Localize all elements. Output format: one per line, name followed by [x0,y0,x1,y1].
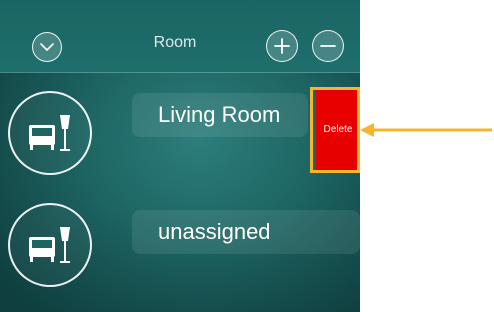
header-divider [0,72,360,73]
delete-highlight-box [310,87,360,173]
page-title: Room [153,34,197,51]
room-list-screen: Room Living Room Delete unassigned [0,0,360,312]
chevron-down-icon [40,43,54,51]
add-room-button[interactable] [266,30,298,62]
remove-room-button[interactable] [312,30,344,62]
plus-icon [274,38,290,54]
room-icon[interactable] [8,203,92,287]
sofa-lamp-icon [29,227,70,263]
minus-icon [320,45,336,47]
collapse-button[interactable] [32,32,62,62]
sofa-lamp-icon [29,115,70,151]
room-icon[interactable] [8,91,92,175]
room-name-field[interactable]: unassigned [132,210,360,254]
arrow-left-icon [360,123,492,137]
room-name-field[interactable]: Living Room [132,93,308,137]
header-bar: Room [0,0,360,72]
